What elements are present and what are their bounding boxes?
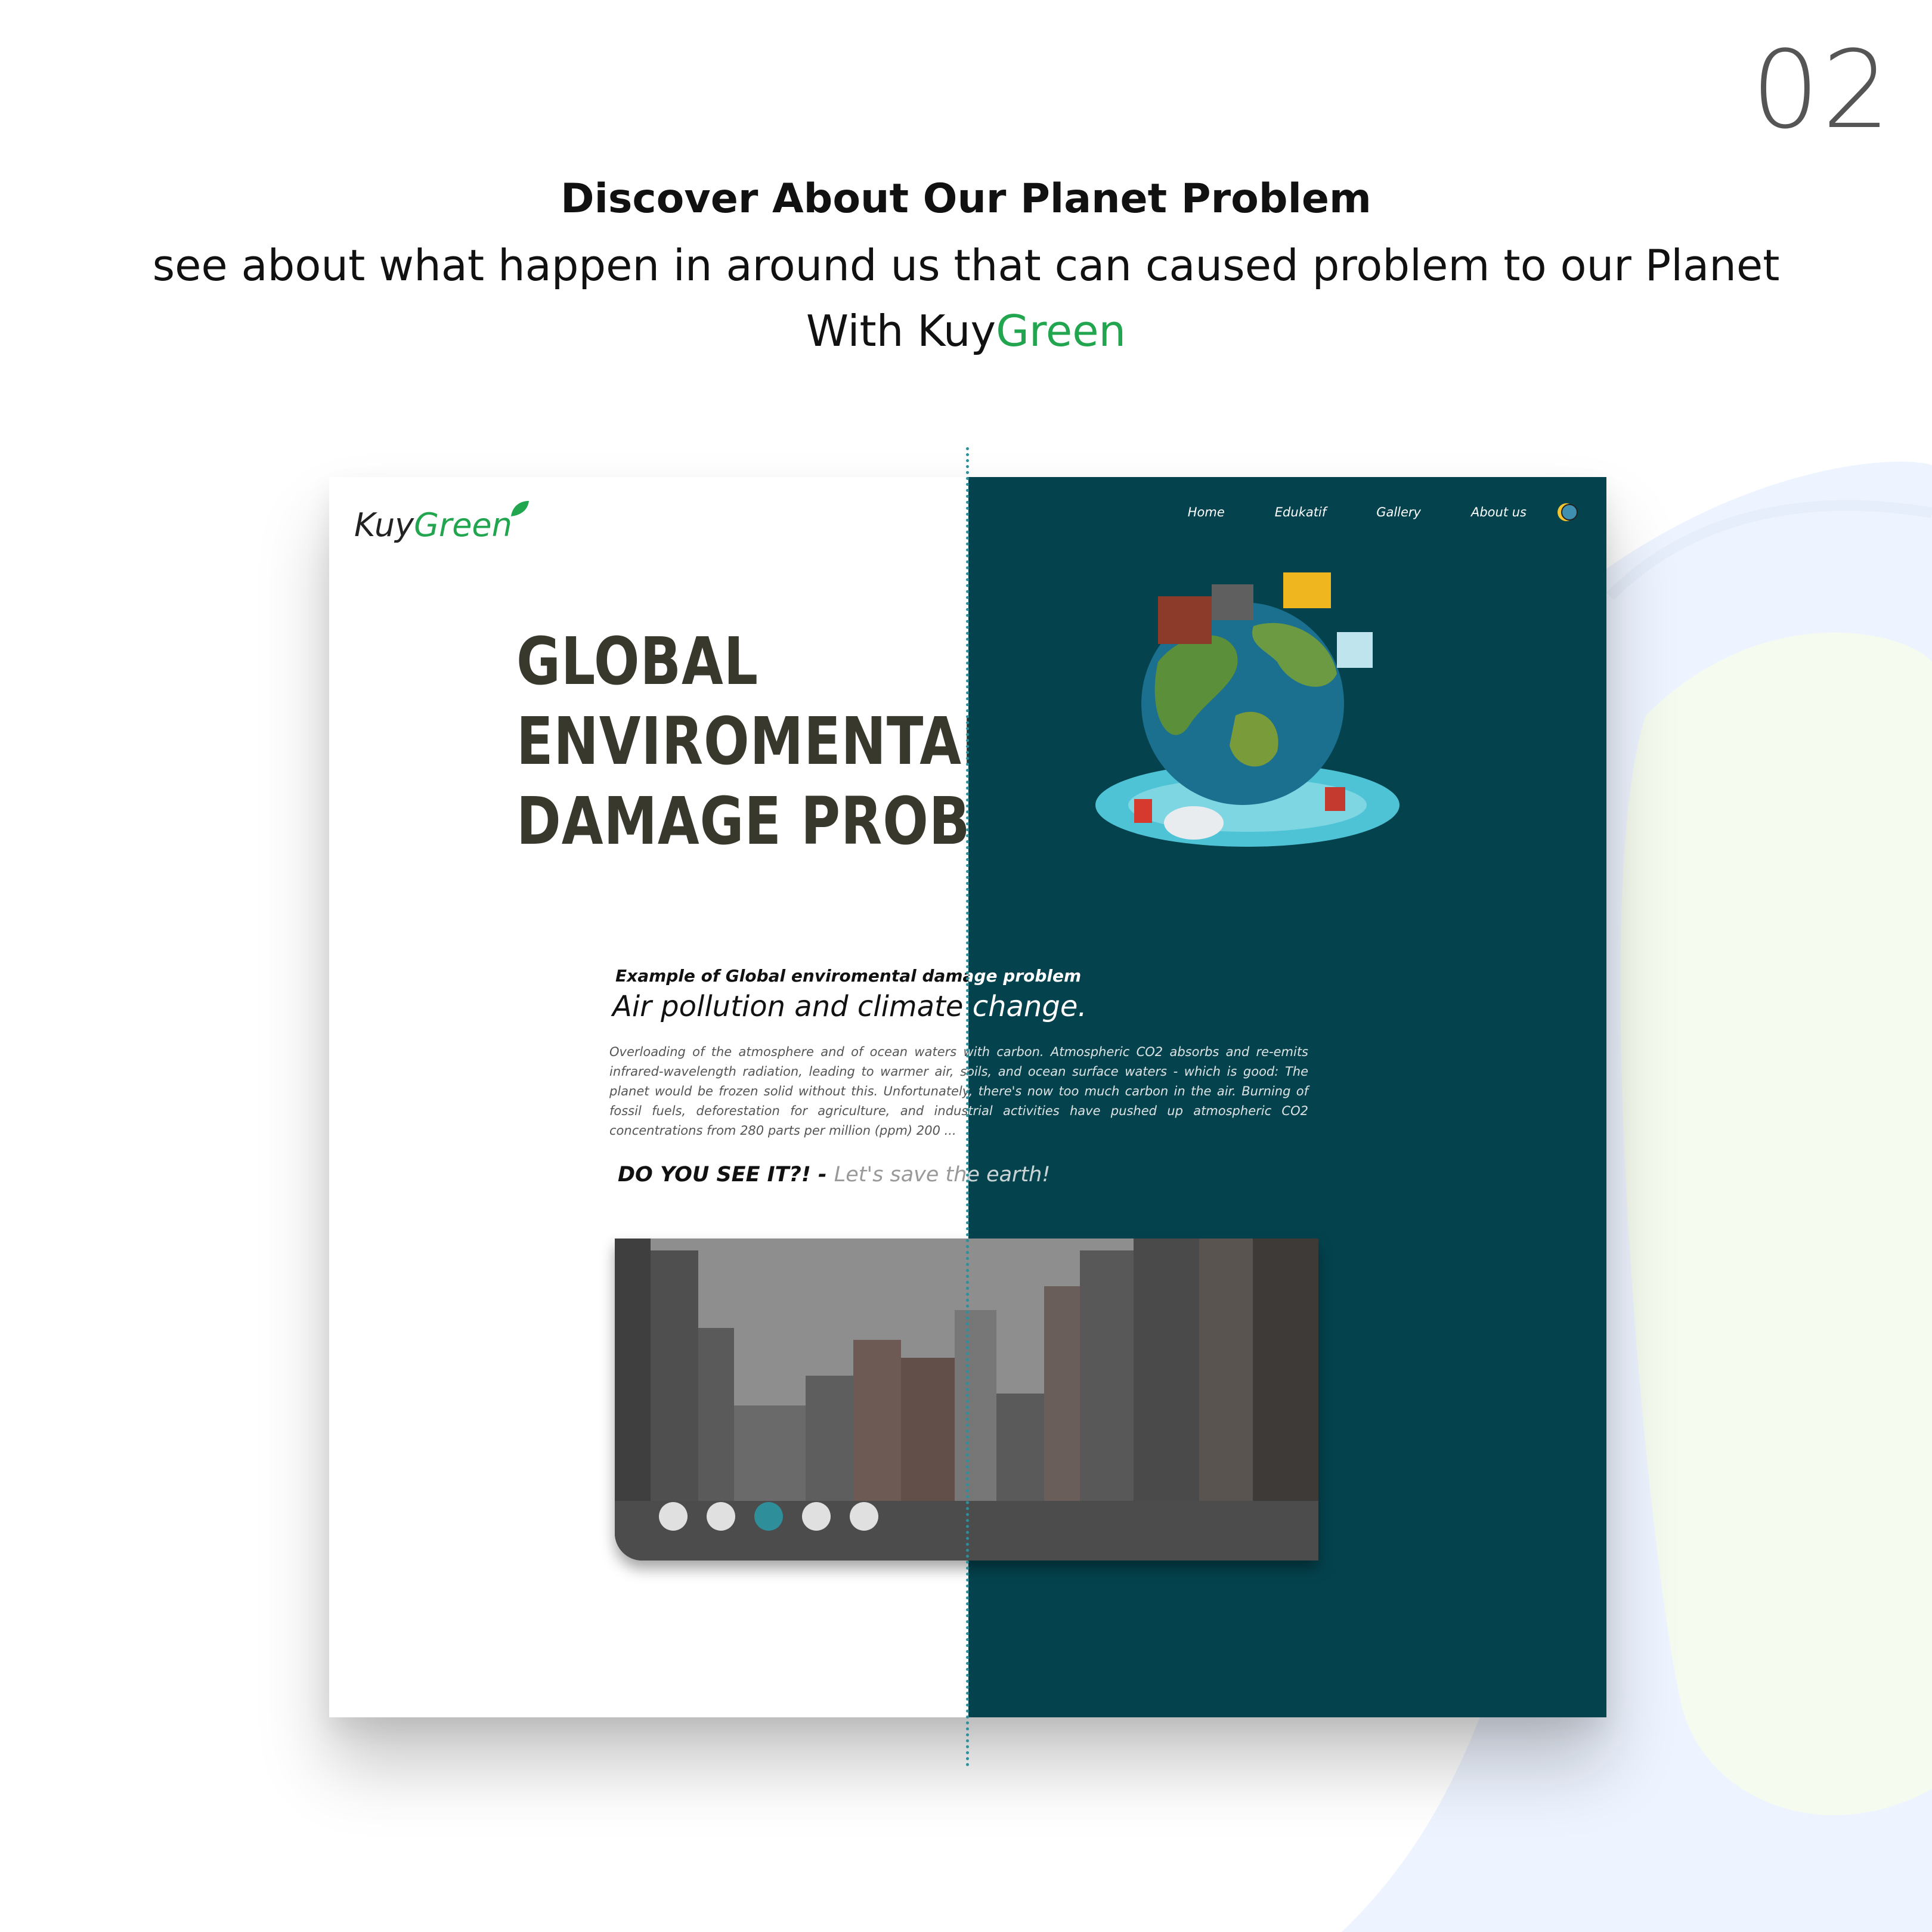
- cta-line-dark: DO YOU SEE IT?! - Let's save the earth!: [968, 1163, 1050, 1187]
- slide-number: 02: [1751, 28, 1893, 153]
- page-subtitle: see about what happen in around us that …: [152, 240, 1780, 290]
- hero-line-3: DAMAGE PROBLEM: [516, 783, 968, 859]
- page-header: Discover About Our Planet Problem see ab…: [0, 173, 1932, 364]
- carousel-dot[interactable]: [850, 1502, 878, 1531]
- brand-line: With KuyGreen: [0, 298, 1932, 364]
- section-kicker-dark: Example of Global enviromental damage pr…: [968, 966, 1082, 986]
- page-title: Discover About Our Planet Problem: [561, 175, 1371, 222]
- cta-question: DO YOU SEE IT?! -: [618, 1163, 834, 1187]
- cta-slogan-dark: Let's save the earth!: [968, 1163, 1051, 1187]
- hero-title-clip: GLOBAL ENVIROMENTAL DAMAGE PROBLEM: [329, 477, 968, 894]
- section-heading-dark: Air pollution and climate change.: [968, 990, 1087, 1023]
- hero-line-2: ENVIROMENTAL: [516, 703, 968, 779]
- carousel-dot-active[interactable]: [754, 1502, 783, 1531]
- carousel-dots: [659, 1502, 878, 1531]
- split-divider-line: [966, 447, 969, 1767]
- hero-title: GLOBAL ENVIROMENTAL DAMAGE PROBLEM: [516, 621, 968, 861]
- section-body-dark: Overloading of the atmosphere and of oce…: [968, 1045, 1308, 1118]
- hero-line-1: GLOBAL: [516, 623, 758, 699]
- carousel-dot[interactable]: [802, 1502, 831, 1531]
- carousel-dot[interactable]: [707, 1502, 735, 1531]
- brand-line-prefix: With Kuy: [806, 306, 996, 356]
- brand-line-green: Green: [996, 306, 1126, 356]
- carousel-dot[interactable]: [659, 1502, 688, 1531]
